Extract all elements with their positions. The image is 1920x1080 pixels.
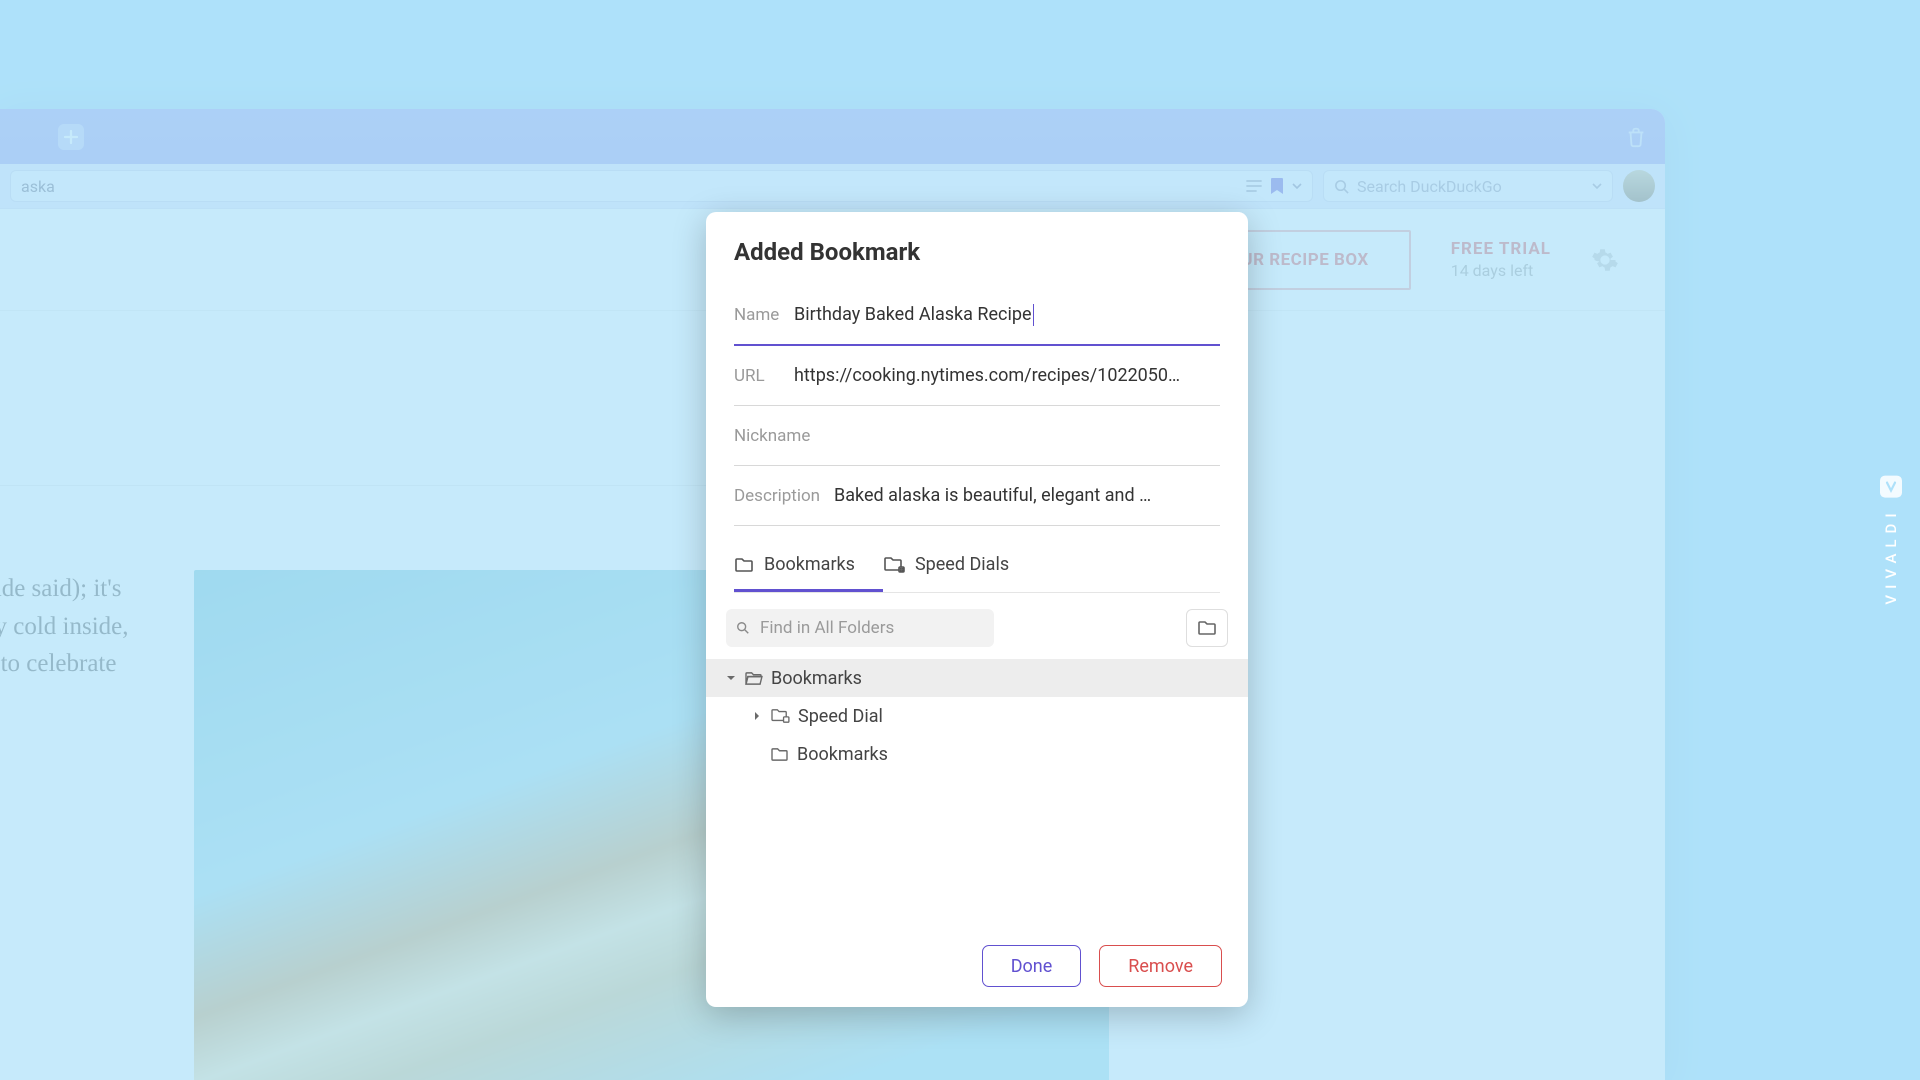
folder-open-icon xyxy=(744,671,763,686)
popup-title: Added Bookmark xyxy=(734,238,1220,266)
search-field[interactable]: Search DuckDuckGo xyxy=(1323,170,1613,202)
description-field-row: Description Baked alaska is beautiful, e… xyxy=(734,466,1220,526)
tree-root-bookmarks[interactable]: Bookmarks xyxy=(706,659,1248,697)
tab-speed-dials-label: Speed Dials xyxy=(915,554,1009,575)
tab-bookmarks[interactable]: Bookmarks xyxy=(734,538,883,592)
nickname-field-row: Nickname xyxy=(734,406,1220,466)
folder-icon xyxy=(734,557,754,573)
popup-actions: Done Remove xyxy=(982,945,1222,987)
description-input[interactable]: Baked alaska is beautiful, elegant and … xyxy=(834,479,1220,512)
name-label: Name xyxy=(734,305,794,325)
folder-search-input[interactable] xyxy=(726,609,994,647)
article-body: and dramatic. it must be made said); it'… xyxy=(0,570,144,1080)
chevron-down-icon[interactable] xyxy=(1292,183,1302,189)
trash-icon xyxy=(1625,126,1647,148)
trial-sub: 14 days left xyxy=(1451,261,1551,280)
closed-tabs-trash[interactable] xyxy=(1625,126,1647,148)
url-field-row: URL https://cooking.nytimes.com/recipes/… xyxy=(734,346,1220,406)
chevron-down-icon xyxy=(726,673,736,683)
chevron-right-icon xyxy=(752,711,762,721)
name-input[interactable]: Birthday Baked Alaska Recipe xyxy=(794,298,1220,332)
trial-label: FREE TRIAL xyxy=(1451,239,1551,259)
vivaldi-watermark: VIVALDI xyxy=(1880,475,1902,604)
folder-icon xyxy=(770,747,789,762)
bookmark-popup: Added Bookmark Name Birthday Baked Alask… xyxy=(706,212,1248,1007)
gear-icon[interactable] xyxy=(1591,246,1619,274)
spacer xyxy=(752,749,762,759)
tree-root-label: Bookmarks xyxy=(771,668,862,689)
nickname-label: Nickname xyxy=(734,426,810,446)
new-folder-button[interactable] xyxy=(1186,609,1228,647)
nickname-input[interactable] xyxy=(810,430,1220,442)
vivaldi-logo-icon xyxy=(1880,475,1902,497)
folder-tree: Bookmarks Speed Dial Bookmarks xyxy=(706,659,1248,773)
bookmark-icon[interactable] xyxy=(1270,177,1284,195)
url-text: aska xyxy=(21,177,55,196)
plus-icon xyxy=(63,129,79,145)
search-icon xyxy=(736,621,750,635)
name-field-row: Name Birthday Baked Alaska Recipe xyxy=(734,286,1220,346)
chevron-down-icon[interactable] xyxy=(1592,183,1602,189)
new-tab-button[interactable] xyxy=(58,124,84,150)
brand-text: VIVALDI xyxy=(1882,507,1900,604)
tab-bookmarks-label: Bookmarks xyxy=(764,554,855,575)
remove-button[interactable]: Remove xyxy=(1099,945,1222,987)
trial-status: FREE TRIAL 14 days left xyxy=(1451,239,1551,280)
tree-bookmarks-sub[interactable]: Bookmarks xyxy=(706,735,1248,773)
folder-icon xyxy=(1197,620,1217,636)
divider xyxy=(0,485,760,486)
tab-speed-dials[interactable]: Speed Dials xyxy=(883,538,1037,592)
search-placeholder: Search DuckDuckGo xyxy=(1357,177,1502,196)
search-icon xyxy=(1334,179,1349,194)
tree-bookmarks-sub-label: Bookmarks xyxy=(797,744,888,765)
location-tabs: Bookmarks Speed Dials xyxy=(734,538,1220,593)
url-input[interactable]: https://cooking.nytimes.com/recipes/1022… xyxy=(794,359,1220,392)
reader-view-icon[interactable] xyxy=(1246,180,1262,192)
address-bar: aska Search DuckDuckGo xyxy=(0,164,1665,209)
tab-bar xyxy=(0,109,1665,164)
description-label: Description xyxy=(734,486,834,506)
speed-dial-folder-icon xyxy=(770,708,790,724)
done-button[interactable]: Done xyxy=(982,945,1082,987)
folder-finder-row xyxy=(706,593,1248,659)
tree-speed-dial-label: Speed Dial xyxy=(798,706,883,727)
speed-dial-folder-icon xyxy=(883,556,905,574)
tree-speed-dial[interactable]: Speed Dial xyxy=(706,697,1248,735)
url-label: URL xyxy=(734,366,794,386)
url-field[interactable]: aska xyxy=(10,170,1313,202)
profile-avatar[interactable] xyxy=(1623,170,1655,202)
